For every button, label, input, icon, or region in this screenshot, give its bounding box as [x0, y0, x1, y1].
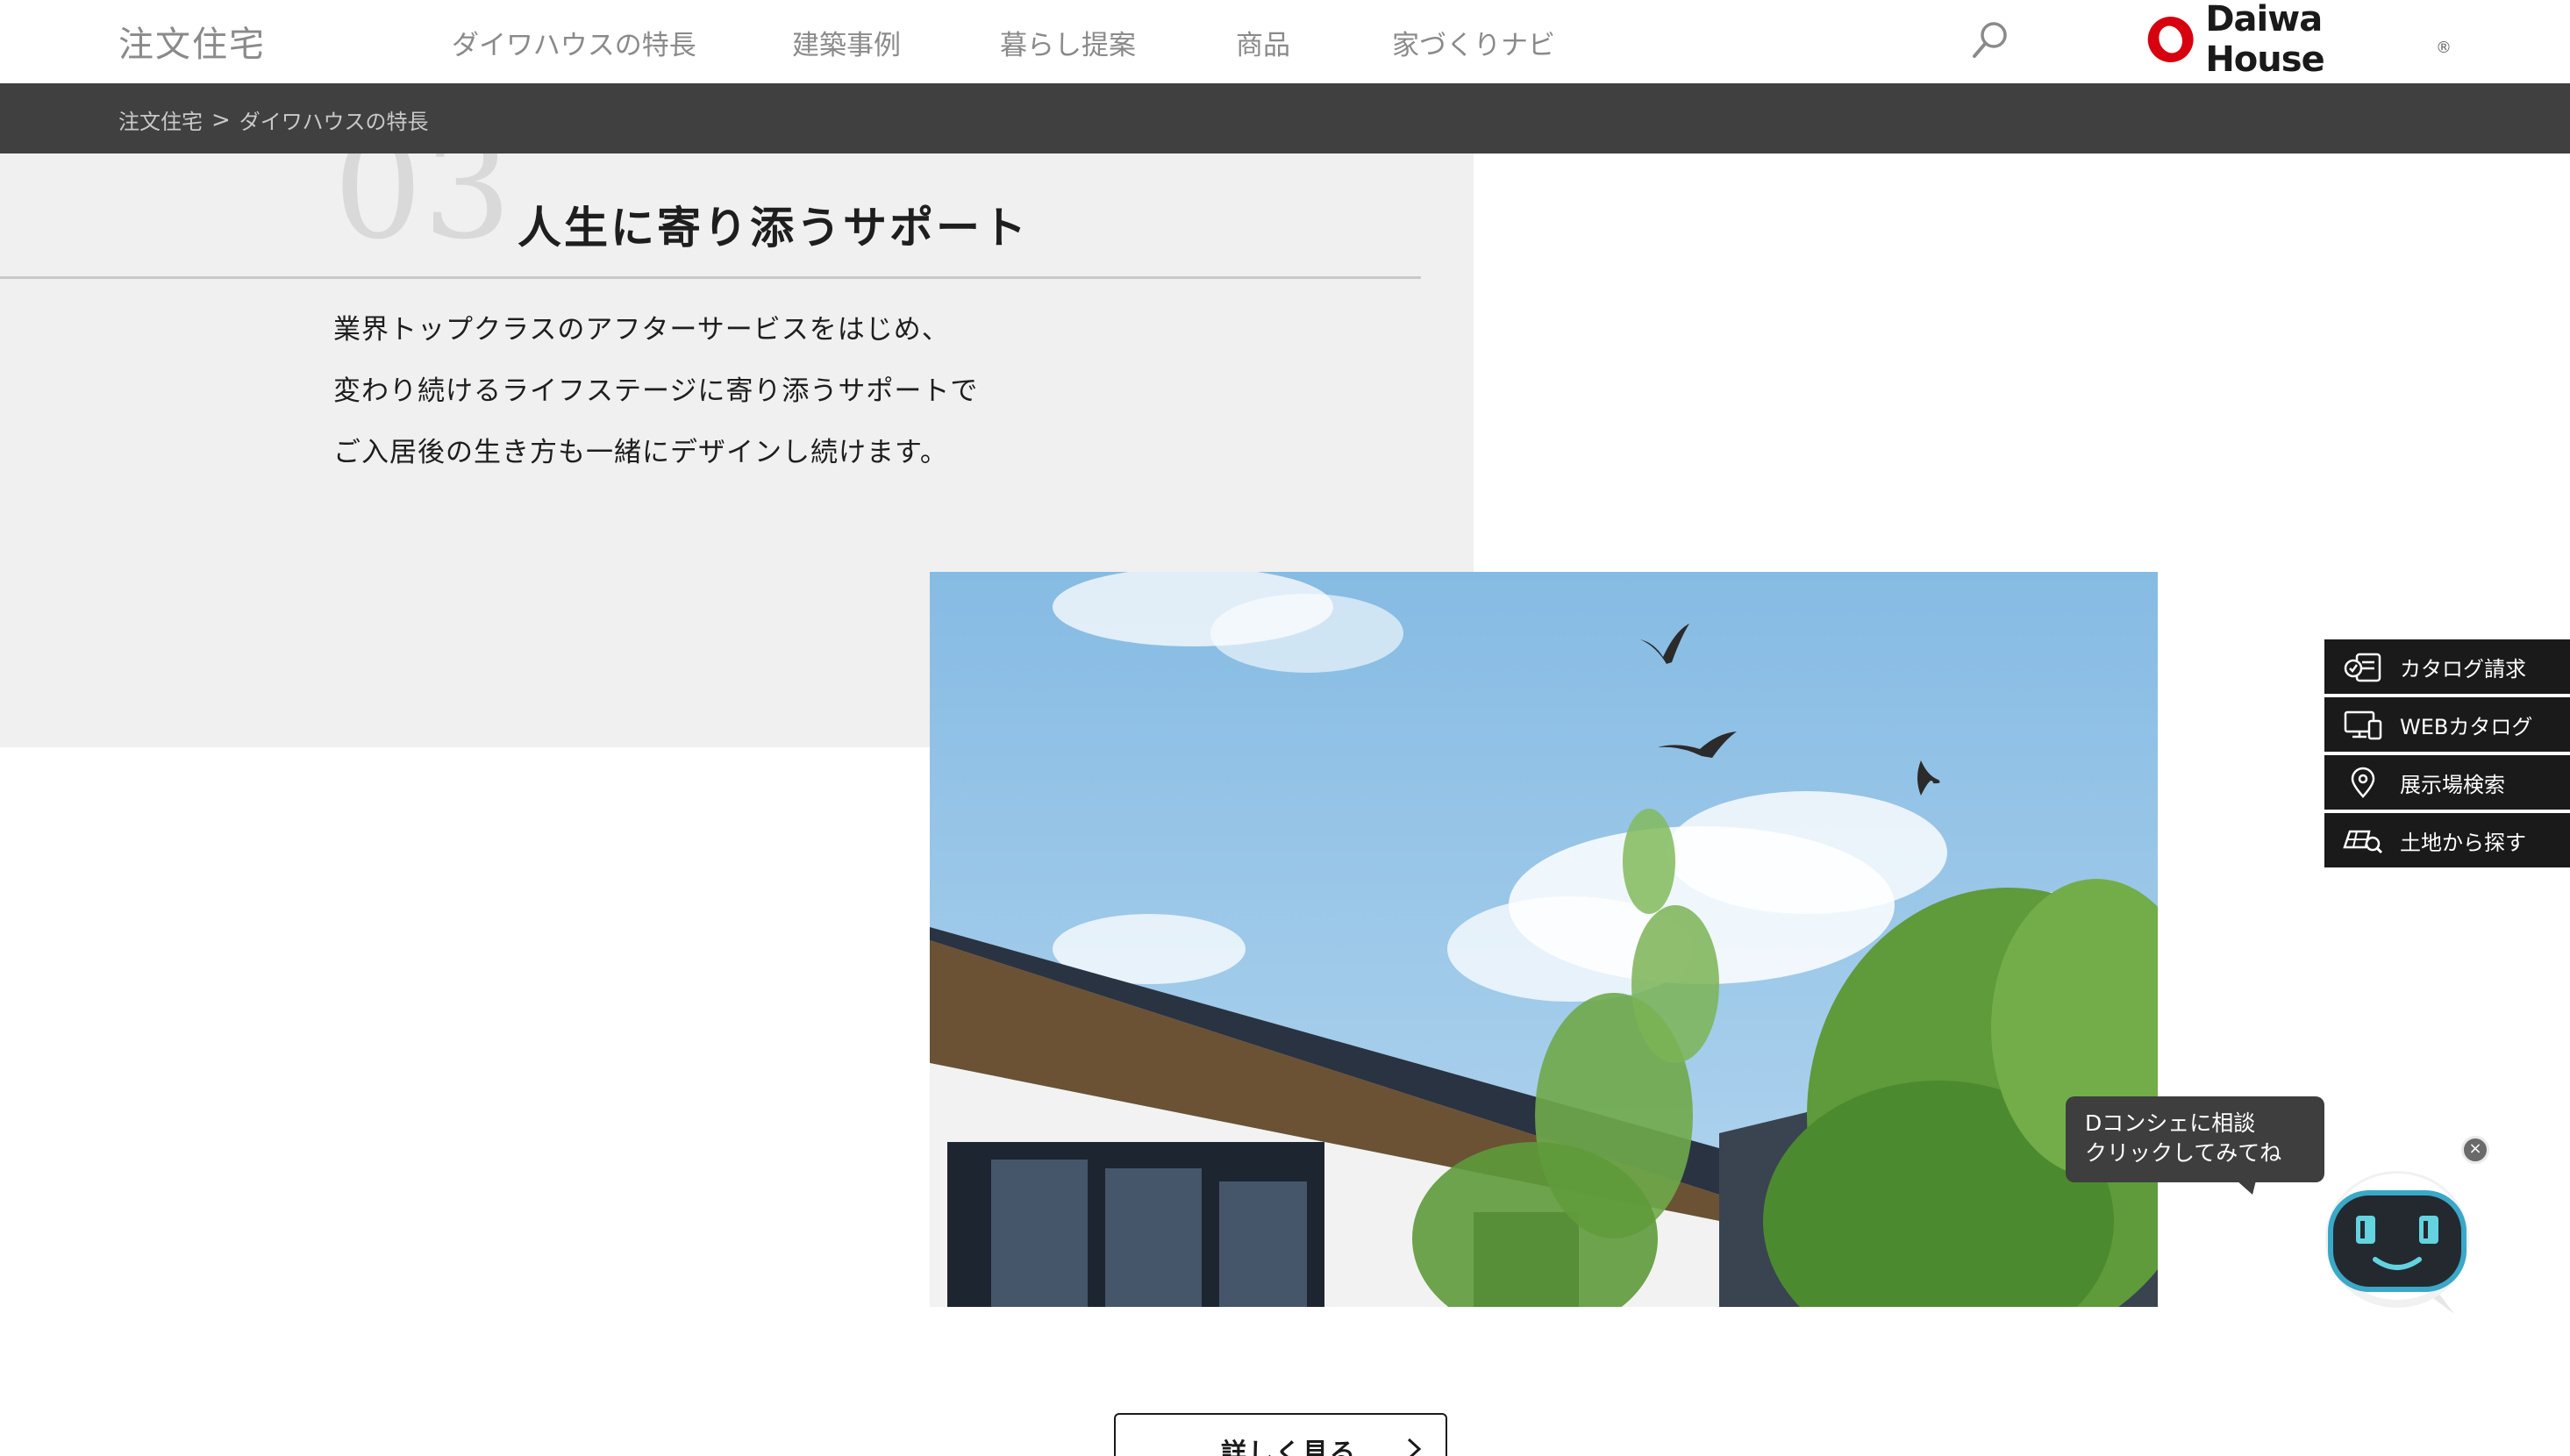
- side-item-showroom-search[interactable]: 展示場検索: [2324, 755, 2570, 810]
- breadcrumb-current[interactable]: ダイワハウスの特長: [239, 104, 429, 135]
- site-header: 注文住宅 ダイワハウスの特長 建築事例 暮らし提案 商品 家づくりナビ Daiw…: [0, 0, 2570, 83]
- side-item-label: 展示場検索: [2400, 772, 2505, 797]
- logo-registered-mark: ®: [2436, 38, 2452, 57]
- site-title[interactable]: 注文住宅: [118, 16, 266, 67]
- robot-face-icon: [2325, 1171, 2469, 1314]
- breadcrumb-home[interactable]: 注文住宅: [118, 104, 203, 135]
- side-item-land-search[interactable]: 土地から探す: [2324, 813, 2570, 867]
- catalog-request-icon: [2342, 649, 2384, 684]
- side-item-label: カタログ請求: [2400, 656, 2526, 682]
- body-line: 業界トップクラスのアフターサービスをはじめ、: [333, 314, 950, 346]
- daiwa-house-logo[interactable]: Daiwa House ®: [2145, 0, 2452, 80]
- breadcrumb: 注文住宅 > ダイワハウスの特長: [118, 104, 429, 135]
- section-title: 人生に寄り添うサポート: [518, 202, 1029, 253]
- nav-item-features[interactable]: ダイワハウスの特長: [452, 23, 696, 62]
- chatbot-bubble-tail: [2237, 1181, 2256, 1195]
- nav-item-guide[interactable]: 家づくりナビ: [1392, 23, 1555, 62]
- details-button-label: 詳しく見る: [1221, 1438, 1358, 1456]
- breadcrumb-separator: >: [211, 106, 231, 133]
- chatbot-launcher[interactable]: [2323, 1156, 2472, 1323]
- side-item-catalog-request[interactable]: カタログ請求: [2324, 639, 2570, 694]
- chatbot-close-button[interactable]: ×: [2461, 1136, 2489, 1164]
- side-item-label: WEBカタログ: [2400, 714, 2533, 739]
- web-catalog-icon: [2342, 707, 2384, 742]
- feature-photo: [930, 572, 2158, 1307]
- logo-text: Daiwa House: [2205, 0, 2324, 80]
- chatbot-bubble-line: Dコンシェに相談: [2085, 1110, 2256, 1136]
- land-search-icon: [2342, 823, 2384, 858]
- search-icon: [1973, 22, 2007, 58]
- house-with-trees-image: [930, 572, 2158, 1307]
- logo-mark-icon: [2147, 17, 2194, 62]
- chevron-right-icon: [1407, 1438, 1422, 1456]
- chatbot-bubble-line: クリックしてみてね: [2085, 1140, 2282, 1166]
- nav-item-cases[interactable]: 建築事例: [792, 23, 901, 62]
- search-button[interactable]: [1969, 18, 2011, 61]
- breadcrumb-bar: 注文住宅 > ダイワハウスの特長: [0, 83, 2570, 153]
- details-button[interactable]: 詳しく見る: [1114, 1413, 1447, 1456]
- chatbot-bubble[interactable]: Dコンシェに相談 クリックしてみてね: [2066, 1096, 2324, 1182]
- section-divider: [0, 276, 1421, 279]
- side-item-web-catalog[interactable]: WEBカタログ: [2324, 697, 2570, 752]
- section-body: 業界トップクラスのアフターサービスをはじめ、 変わり続けるライフステージに寄り添…: [333, 310, 978, 494]
- location-pin-icon: [2342, 765, 2384, 800]
- side-item-label: 土地から探す: [2400, 830, 2526, 855]
- body-line: ご入居後の生き方も一緒にデザインし続けます。: [333, 437, 948, 468]
- section-number: 03: [333, 153, 512, 270]
- side-menu: カタログ請求 WEBカタログ 展示場検索 土地から探す: [2324, 639, 2570, 871]
- body-line: 変わり続けるライフステージに寄り添うサポートで: [333, 375, 979, 407]
- nav-item-lifestyle[interactable]: 暮らし提案: [1000, 23, 1136, 62]
- nav-item-products[interactable]: 商品: [1236, 23, 1290, 62]
